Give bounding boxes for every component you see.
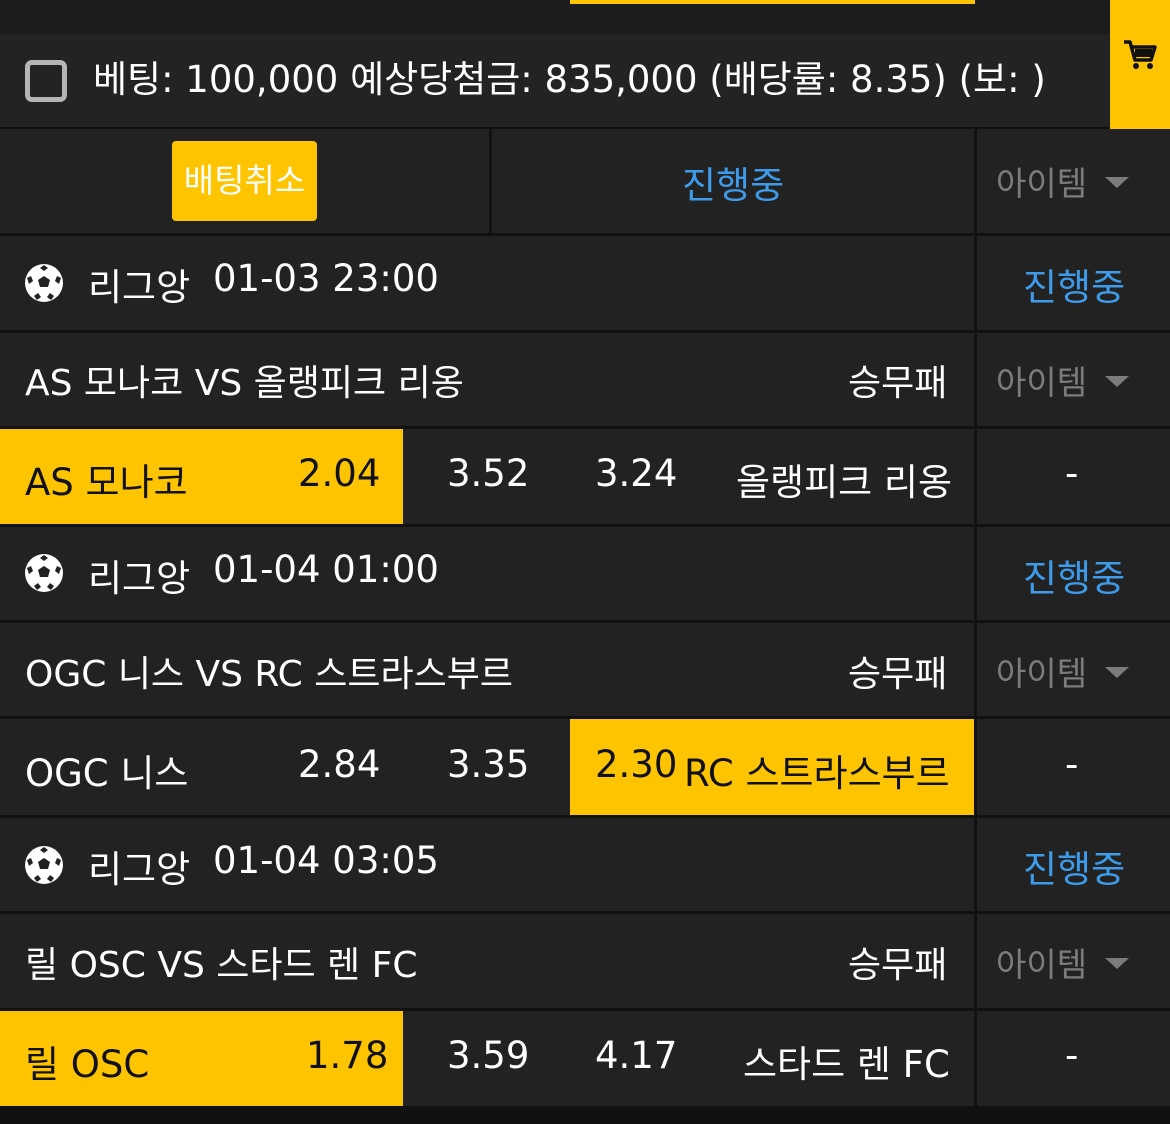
away-team: 스타드 렌 FC bbox=[743, 1043, 950, 1086]
top-strip bbox=[0, 0, 1170, 34]
home-team: OGC 니스 bbox=[25, 752, 189, 795]
caret-down-icon bbox=[1105, 958, 1130, 969]
home-odds: 1.78 bbox=[306, 1034, 389, 1077]
item-dropdown-label: 아이템 bbox=[996, 654, 1088, 693]
caret-down-icon bbox=[1105, 177, 1130, 188]
market-type: 승무패 bbox=[848, 363, 948, 404]
top-accent-bar bbox=[570, 0, 975, 4]
league-name: 리그앙 bbox=[88, 557, 191, 600]
item-dropdown-label: 아이템 bbox=[996, 363, 1088, 402]
caret-down-icon bbox=[1105, 376, 1130, 387]
league-name: 리그앙 bbox=[88, 266, 191, 309]
match-title: 릴 OSC VS 스타드 렌 FC bbox=[25, 945, 418, 986]
extra-value: - bbox=[1065, 452, 1079, 495]
soccer-ball-icon bbox=[25, 846, 63, 884]
match-title: OGC 니스 VS RC 스트라스부르 bbox=[25, 654, 513, 695]
match-datetime: 01-03 23:00 bbox=[213, 257, 439, 300]
draw-odds: 3.52 bbox=[447, 452, 530, 495]
bet-summary-text: 베팅: 100,000 예상당첨금: 835,000 (배당률: 8.35) (… bbox=[93, 58, 1046, 101]
shopping-cart-icon bbox=[1124, 40, 1157, 69]
match-title: AS 모나코 VS 올랭피크 리옹 bbox=[25, 363, 464, 404]
market-type: 승무패 bbox=[848, 654, 948, 695]
draw-odds: 3.35 bbox=[447, 743, 530, 786]
status-label: 진행중 bbox=[682, 164, 785, 207]
home-odds: 2.84 bbox=[298, 743, 381, 786]
item-dropdown[interactable]: 아이템 bbox=[996, 938, 1130, 986]
home-team: AS 모나코 bbox=[25, 461, 188, 504]
away-odds: 3.24 bbox=[595, 452, 678, 495]
match-status: 진행중 bbox=[1023, 557, 1126, 600]
soccer-ball-icon bbox=[25, 264, 63, 302]
match-datetime: 01-04 03:05 bbox=[213, 839, 439, 882]
cancel-bet-button[interactable]: 배팅취소 bbox=[172, 141, 317, 221]
match-datetime: 01-04 01:00 bbox=[213, 548, 439, 591]
match-status: 진행중 bbox=[1023, 266, 1126, 309]
away-odds: 2.30 bbox=[595, 743, 678, 786]
draw-odds: 3.59 bbox=[447, 1034, 530, 1077]
item-dropdown-label: 아이템 bbox=[996, 164, 1088, 203]
market-type: 승무패 bbox=[848, 945, 948, 986]
away-team: RC 스트라스부르 bbox=[684, 752, 950, 795]
item-dropdown-label: 아이템 bbox=[996, 945, 1088, 984]
select-all-checkbox[interactable] bbox=[25, 60, 67, 102]
item-dropdown[interactable]: 아이템 bbox=[996, 157, 1130, 205]
item-dropdown[interactable]: 아이템 bbox=[996, 647, 1130, 695]
match-status: 진행중 bbox=[1023, 848, 1126, 891]
home-team: 릴 OSC bbox=[25, 1043, 150, 1086]
home-odds: 2.04 bbox=[298, 452, 381, 495]
extra-value: - bbox=[1065, 1034, 1079, 1077]
extra-value: - bbox=[1065, 743, 1079, 786]
league-name: 리그앙 bbox=[88, 848, 191, 891]
away-odds: 4.17 bbox=[595, 1034, 678, 1077]
away-team: 올랭피크 리옹 bbox=[736, 461, 953, 504]
caret-down-icon bbox=[1105, 667, 1130, 678]
soccer-ball-icon bbox=[25, 554, 63, 592]
item-dropdown[interactable]: 아이템 bbox=[996, 356, 1130, 404]
